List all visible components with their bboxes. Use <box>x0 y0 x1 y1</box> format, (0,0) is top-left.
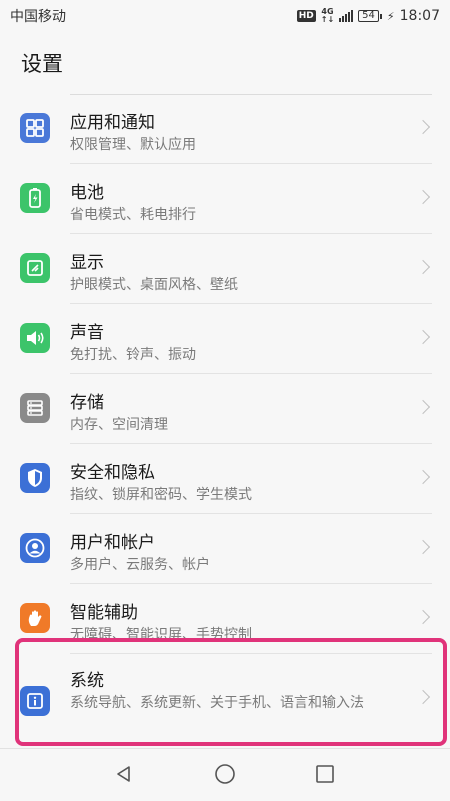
chevron-right-icon <box>415 609 431 625</box>
settings-item-label: 显示 <box>70 253 104 273</box>
battery-status-icon: 54 <box>358 10 382 22</box>
settings-item-sound[interactable]: 声音 免打扰、铃声、振动 <box>0 304 450 374</box>
user-icon <box>20 533 50 563</box>
shield-icon <box>20 463 50 493</box>
home-button[interactable] <box>214 763 236 785</box>
settings-item-system[interactable]: 系统 系统导航、系统更新、关于手机、语言和输入法 <box>0 650 450 750</box>
settings-item-security[interactable]: 安全和隐私 指纹、锁屏和密码、学生模式 <box>0 444 450 514</box>
hd-voice-icon: HD <box>296 10 316 22</box>
battery-level: 54 <box>362 10 375 21</box>
chevron-right-icon <box>415 689 431 705</box>
settings-item-desc: 多用户、云服务、帐户 <box>70 557 210 573</box>
settings-item-label: 智能辅助 <box>70 603 138 623</box>
title-bar: 设置 <box>0 32 450 94</box>
network-type-icon: 4G ↑↓ <box>321 8 334 24</box>
settings-item-desc: 权限管理、默认应用 <box>70 137 196 153</box>
signal-strength-icon <box>339 10 354 22</box>
settings-item-desc: 护眼模式、桌面风格、壁纸 <box>70 277 238 293</box>
hand-icon <box>20 603 50 633</box>
settings-item-label: 电池 <box>70 183 104 203</box>
navigation-bar <box>0 748 450 801</box>
display-icon <box>20 253 50 283</box>
apps-grid-icon <box>20 113 50 143</box>
status-indicators: HD 4G ↑↓ 54 ⚡ 18:07 <box>296 8 440 24</box>
battery-icon <box>20 183 50 213</box>
settings-item-label: 存储 <box>70 393 104 413</box>
settings-item-apps[interactable]: 应用和通知 权限管理、默认应用 <box>0 94 450 164</box>
chevron-right-icon <box>415 329 431 345</box>
chevron-right-icon <box>415 399 431 415</box>
settings-item-label: 用户和帐户 <box>70 533 155 553</box>
storage-icon <box>20 393 50 423</box>
back-button[interactable] <box>113 763 135 785</box>
carrier-name: 中国移动 <box>10 9 66 25</box>
settings-item-display[interactable]: 显示 护眼模式、桌面风格、壁纸 <box>0 234 450 304</box>
settings-item-desc: 无障碍、智能识屏、手势控制 <box>70 627 252 643</box>
settings-item-label: 应用和通知 <box>70 113 155 133</box>
settings-item-label: 系统 <box>70 671 104 691</box>
charging-icon: ⚡ <box>386 9 395 23</box>
network-activity-label: ↑↓ <box>320 15 335 24</box>
home-circle-icon <box>215 764 235 784</box>
settings-item-desc: 系统导航、系统更新、关于手机、语言和输入法 <box>70 695 364 711</box>
settings-item-desc: 内存、空间清理 <box>70 417 168 433</box>
settings-item-desc: 省电模式、耗电排行 <box>70 207 196 223</box>
settings-item-smart-assist[interactable]: 智能辅助 无障碍、智能识屏、手势控制 <box>0 584 450 654</box>
recents-button[interactable] <box>314 763 336 785</box>
back-triangle-icon <box>117 766 130 782</box>
chevron-right-icon <box>415 259 431 275</box>
settings-item-label: 声音 <box>70 323 104 343</box>
chevron-right-icon <box>415 469 431 485</box>
settings-item-label: 安全和隐私 <box>70 463 155 483</box>
settings-item-desc: 免打扰、铃声、振动 <box>70 347 196 363</box>
recents-square-icon <box>316 765 334 783</box>
settings-item-battery[interactable]: 电池 省电模式、耗电排行 <box>0 164 450 234</box>
chevron-right-icon <box>415 539 431 555</box>
clock: 18:07 <box>399 8 440 24</box>
settings-item-users[interactable]: 用户和帐户 多用户、云服务、帐户 <box>0 514 450 584</box>
chevron-right-icon <box>415 189 431 205</box>
settings-item-storage[interactable]: 存储 内存、空间清理 <box>0 374 450 444</box>
status-bar: 中国移动 HD 4G ↑↓ 54 ⚡ 18:07 <box>0 0 450 32</box>
settings-item-desc: 指纹、锁屏和密码、学生模式 <box>70 487 252 503</box>
speaker-icon <box>20 323 50 353</box>
chevron-right-icon <box>415 119 431 135</box>
page-title: 设置 <box>21 52 63 76</box>
info-icon <box>20 686 50 716</box>
